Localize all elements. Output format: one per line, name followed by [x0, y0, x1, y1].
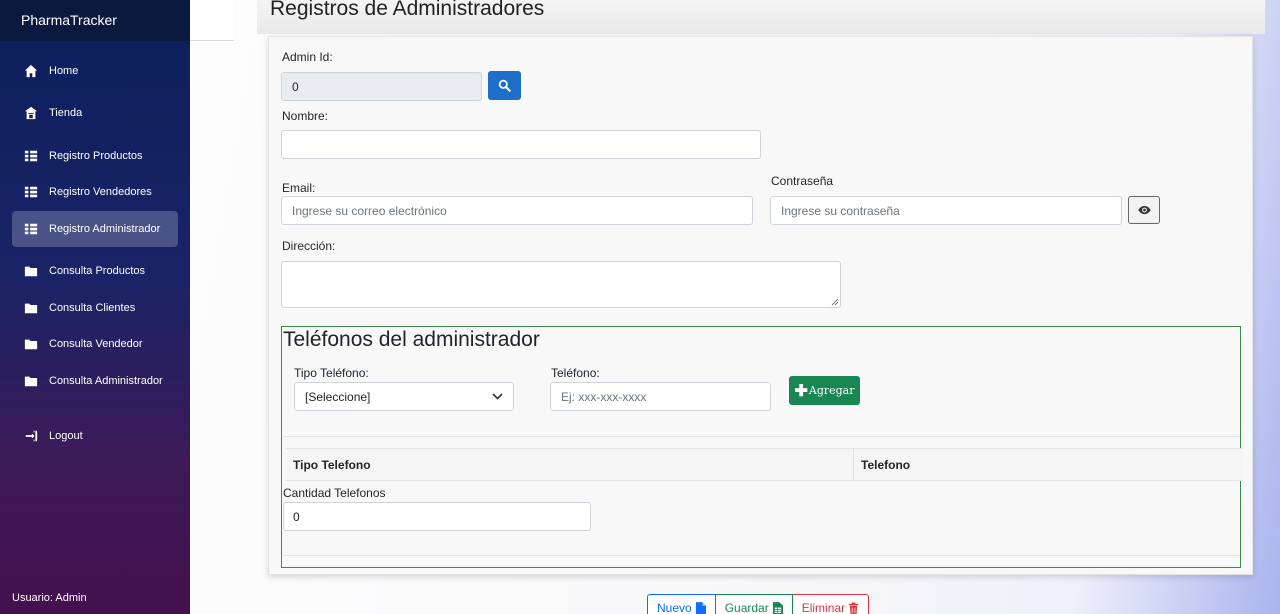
folder-icon [24, 337, 38, 351]
table-top-divider [283, 436, 1240, 437]
search-button[interactable] [488, 71, 521, 100]
sidebar-item-label: Registro Productos [49, 150, 143, 162]
list-icon [24, 222, 38, 236]
sidebar-item-consulta-vendedor[interactable]: Consulta Vendedor [12, 326, 178, 362]
phones-table-header: Tipo Telefono Telefono [286, 448, 1243, 481]
list-icon [24, 185, 38, 199]
sidebar-item-label: Consulta Productos [49, 265, 145, 277]
store-icon [24, 106, 38, 120]
email-input[interactable]: Ingrese su correo electrónico [281, 196, 753, 225]
add-phone-button[interactable]: ✚ Agregar [789, 376, 860, 405]
trash-icon [848, 602, 859, 614]
table-bottom-divider [283, 555, 1240, 556]
sidebar-item-label: Registro Vendedores [49, 186, 152, 198]
toggle-password-button[interactable] [1128, 196, 1160, 224]
chevron-down-icon [492, 393, 503, 400]
tipo-telefono-label: Tipo Teléfono: [294, 366, 369, 380]
phones-title: Teléfonos del administrador [283, 328, 540, 351]
sidebar-item-label: Home [49, 65, 79, 77]
sidebar-item-consulta-productos[interactable]: Consulta Productos [12, 253, 178, 289]
file-icon [695, 601, 706, 614]
list-icon [24, 149, 38, 163]
resize-handle-icon[interactable] [831, 298, 839, 306]
sidebar-item-logout[interactable]: Logout [12, 418, 178, 454]
sidebar-item-label: Consulta Administrador [49, 375, 163, 387]
sidebar-item-home[interactable]: Home [12, 53, 178, 89]
email-label: Email: [282, 181, 316, 195]
eye-icon [1137, 205, 1151, 215]
delete-button[interactable]: Eliminar [792, 594, 870, 614]
direccion-label: Dirección: [282, 239, 336, 253]
cantidad-telefonos-input[interactable]: 0 [283, 502, 591, 531]
sidebar-item-tienda[interactable]: Tienda [12, 95, 178, 131]
brand-logo[interactable]: PharmaTracker [0, 0, 190, 41]
tipo-telefono-select[interactable]: [Seleccione] [294, 382, 514, 411]
delete-button-label: Eliminar [801, 601, 846, 614]
sidebar-item-consulta-clientes[interactable]: Consulta Clientes [12, 290, 178, 326]
nombre-input[interactable] [281, 130, 761, 159]
plus-icon: ✚ [794, 382, 808, 400]
sidebar-item-label: Tienda [49, 107, 83, 119]
sidebar-item-label: Consulta Clientes [49, 302, 136, 314]
user-label: Usuario: Admin [12, 592, 87, 604]
logout-icon [24, 429, 38, 443]
action-buttons: Nuevo Guardar Eliminar [647, 594, 870, 614]
sidebar-item-registro-productos[interactable]: Registro Productos [12, 138, 178, 174]
add-phone-label: Agregar [808, 384, 855, 397]
save-button-label: Guardar [724, 601, 769, 614]
tipo-telefono-selected: [Seleccione] [305, 389, 371, 404]
column-header-tipo: Tipo Telefono [286, 449, 854, 480]
sidebar-item-registro-vendedores[interactable]: Registro Vendedores [12, 174, 178, 210]
sidebar-item-registro-administrador[interactable]: Registro Administrador [12, 211, 178, 247]
home-icon [24, 64, 38, 78]
password-input[interactable]: Ingrese su contraseña [770, 196, 1122, 225]
admin-id-label: Admin Id: [282, 50, 333, 64]
cantidad-telefonos-label: Cantidad Telefonos [283, 486, 386, 500]
sidebar-item-label: Logout [49, 430, 83, 442]
top-strip [190, 0, 234, 41]
folder-icon [24, 374, 38, 388]
new-button[interactable]: Nuevo [647, 594, 716, 614]
search-icon [498, 79, 511, 92]
phones-section: Teléfonos del administrador Tipo Teléfon… [281, 326, 1243, 568]
telefono-input[interactable]: Ej: xxx-xxx-xxxx [550, 382, 771, 411]
telefono-label: Teléfono: [551, 366, 600, 380]
admin-id-input[interactable]: 0 [281, 72, 482, 101]
new-button-label: Nuevo [657, 601, 692, 614]
spreadsheet-icon [772, 601, 783, 614]
sidebar: PharmaTracker Home Tienda Registro Produ… [0, 0, 190, 614]
column-header-telefono: Telefono [861, 457, 911, 472]
sidebar-item-label: Registro Administrador [49, 223, 161, 235]
save-button[interactable]: Guardar [715, 594, 793, 614]
sidebar-item-consulta-administrador[interactable]: Consulta Administrador [12, 363, 178, 399]
password-label: Contraseña [771, 174, 834, 188]
page-title: Registros de Administradores [257, 0, 1265, 34]
folder-icon [24, 301, 38, 315]
direccion-textarea[interactable] [281, 261, 841, 308]
sidebar-item-label: Consulta Vendedor [49, 338, 143, 350]
nombre-label: Nombre: [282, 109, 329, 123]
folder-icon [24, 264, 38, 278]
